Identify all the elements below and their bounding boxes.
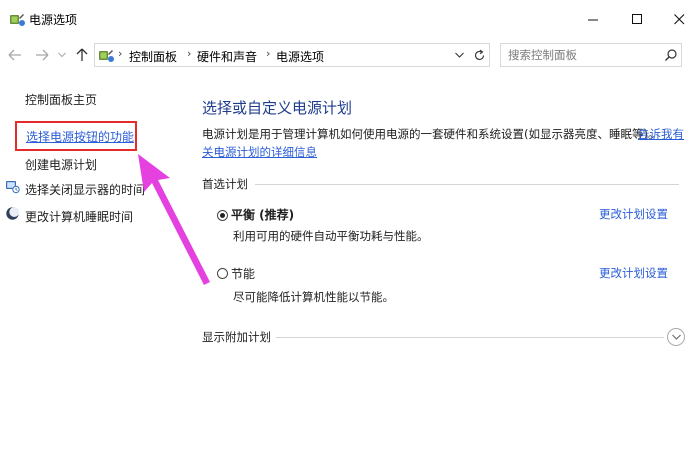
control-panel-icon	[99, 50, 114, 62]
close-button[interactable]	[656, 0, 689, 38]
change-plan-settings-link-power-saver[interactable]: 更改计划设置	[599, 265, 668, 281]
search-icon[interactable]	[664, 48, 678, 62]
page-title: 选择或自定义电源计划	[202, 99, 353, 117]
power-options-icon	[10, 14, 25, 26]
forward-button[interactable]	[33, 46, 51, 64]
breadcrumb-item[interactable]: 电源选项	[276, 48, 324, 65]
search-input[interactable]	[508, 48, 658, 62]
sidebar-item-sleep-time[interactable]: 更改计算机睡眠时间	[25, 208, 133, 225]
minimize-button[interactable]	[570, 0, 616, 38]
additional-plans-header: 显示附加计划	[202, 330, 271, 344]
page-description: 电源计划是用于管理计算机如何使用电源的一套硬件和系统设置(如显示器亮度、睡眠等)…	[202, 127, 660, 141]
breadcrumb-separator: ›	[187, 47, 192, 60]
breadcrumb-item[interactable]: 硬件和声音	[197, 48, 257, 65]
sidebar-item-display-off-time[interactable]: 选择关闭显示器的时间	[25, 181, 145, 198]
address-dropdown-button[interactable]	[452, 47, 466, 63]
breadcrumb-item[interactable]: 控制面板	[129, 48, 177, 65]
moon-icon	[6, 207, 20, 220]
plan-name-power-saver[interactable]: 节能	[231, 265, 255, 282]
back-button[interactable]	[6, 46, 24, 64]
plan-name-balanced[interactable]: 平衡 (推荐)	[231, 206, 294, 223]
recent-locations-button[interactable]	[56, 46, 68, 64]
breadcrumb-separator: ›	[266, 47, 271, 60]
plan-radio-power-saver[interactable]	[217, 268, 228, 279]
monitor-clock-icon	[6, 181, 20, 194]
expand-additional-plans-button[interactable]	[667, 328, 685, 346]
minimize-icon	[587, 19, 598, 20]
sidebar-item-create-power-plan[interactable]: 创建电源计划	[25, 156, 97, 173]
chevron-down-icon	[454, 52, 464, 58]
arrow-up-icon	[76, 48, 88, 61]
section-divider	[276, 337, 664, 338]
maximize-button[interactable]	[614, 0, 660, 38]
power-plan-info-link[interactable]: 告诉我有	[638, 126, 684, 142]
maximize-icon	[631, 13, 642, 24]
section-divider	[255, 184, 679, 185]
change-plan-settings-link-balanced[interactable]: 更改计划设置	[599, 206, 668, 222]
power-plan-info-link-continued[interactable]: 关电源计划的详细信息	[202, 144, 317, 160]
annotation-arrow	[138, 154, 210, 285]
sidebar-item-control-panel-home[interactable]: 控制面板主页	[25, 91, 97, 108]
breadcrumb-separator: ›	[118, 47, 123, 60]
plan-radio-balanced[interactable]	[217, 210, 228, 221]
plan-description-balanced: 利用可用的硬件自动平衡功耗与性能。	[233, 229, 429, 243]
sidebar-item-choose-power-button[interactable]: 选择电源按钮的功能	[26, 128, 134, 145]
refresh-button[interactable]	[470, 46, 488, 64]
chevron-down-icon	[58, 52, 66, 58]
plan-description-power-saver: 尽可能降低计算机性能以节能。	[233, 290, 394, 304]
preferred-plans-header: 首选计划	[202, 177, 248, 191]
close-icon	[673, 13, 684, 24]
up-button[interactable]	[73, 46, 91, 64]
chevron-down-icon	[671, 334, 681, 340]
window-title: 电源选项	[29, 13, 78, 27]
refresh-icon	[474, 49, 484, 60]
arrow-right-icon	[36, 49, 49, 61]
arrow-left-icon	[8, 49, 21, 61]
